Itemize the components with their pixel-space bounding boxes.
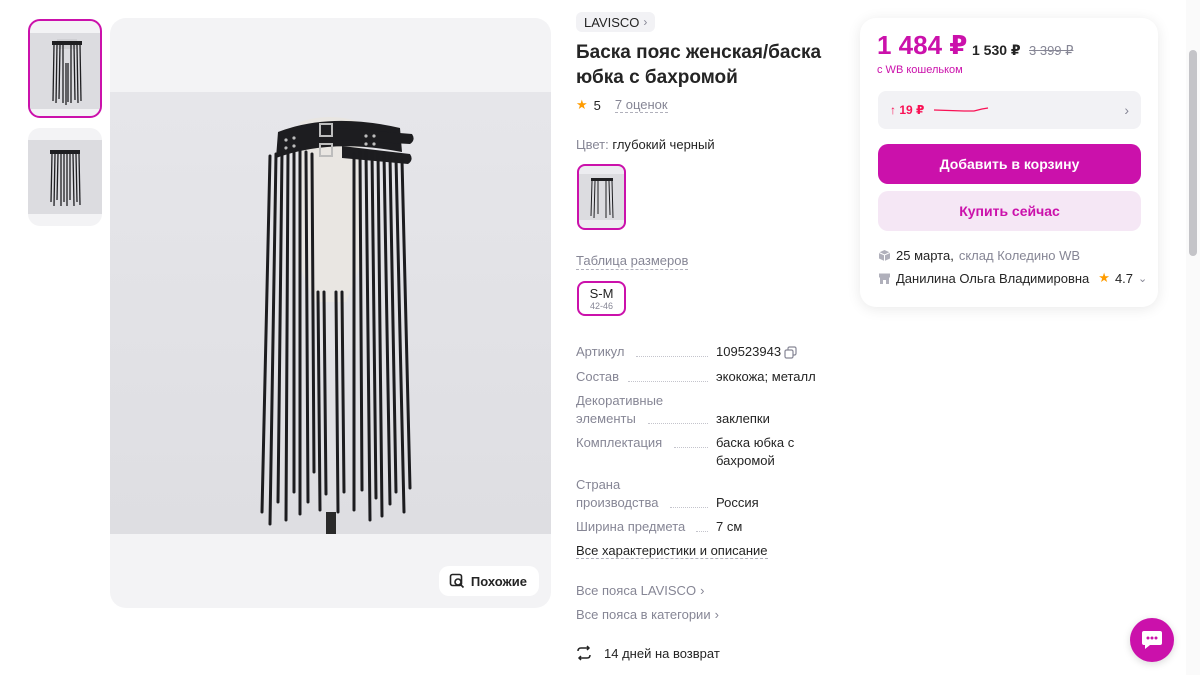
spec-key: Ширина предмета xyxy=(576,519,686,534)
color-swatch[interactable] xyxy=(577,164,626,230)
spec-row: Декоративные элементы заклепки xyxy=(576,392,826,428)
seller-name: Данилина Ольга Владимировна xyxy=(896,270,1090,286)
wallet-note[interactable]: с WB кошельком xyxy=(877,64,963,76)
spec-dots xyxy=(696,531,708,532)
thumbnail-1[interactable] xyxy=(28,19,102,118)
returns-label: 14 дней на возврат xyxy=(604,645,720,661)
color-label-prefix: Цвет: xyxy=(576,137,609,152)
spec-key: Комплектация xyxy=(576,435,663,450)
price-delta: ↑ 19 ₽ xyxy=(890,103,925,117)
scrollbar-thumb[interactable] xyxy=(1189,50,1197,256)
shop-icon xyxy=(879,273,890,284)
similar-label: Похожие xyxy=(470,573,527,589)
star-icon: ★ xyxy=(576,97,588,112)
old-price: 3 399 ₽ xyxy=(1029,43,1074,58)
category-belts-label: Все пояса в категории xyxy=(576,607,711,622)
spec-key: Страна производства xyxy=(576,477,659,510)
spec-row: Комплектация баска юбка с бахромой xyxy=(576,434,826,470)
product-photo xyxy=(110,92,551,534)
chevron-right-icon: › xyxy=(1124,102,1129,118)
price-trend-icon xyxy=(934,107,989,112)
add-to-cart-button[interactable]: Добавить в корзину xyxy=(878,144,1141,184)
spec-value: 7 см xyxy=(716,519,743,534)
scrollbar[interactable] xyxy=(1186,0,1200,675)
chevron-right-icon: › xyxy=(700,583,705,598)
box-icon xyxy=(878,250,891,261)
returns-info: 14 дней на возврат xyxy=(576,645,720,661)
all-specs-link[interactable]: Все характеристики и описание xyxy=(576,543,768,559)
return-arrows-icon xyxy=(577,645,591,661)
brand-name: LAVISCO xyxy=(584,14,640,30)
rating-value: 5 xyxy=(593,97,601,113)
size-table-link[interactable]: Таблица размеров xyxy=(576,253,689,270)
article-number: 109523943 xyxy=(716,344,782,359)
chat-button[interactable] xyxy=(1130,618,1174,662)
buy-card: 1 484 ₽ 1 530 ₽ 3 399 ₽ с WB кошельком ↑… xyxy=(860,18,1158,307)
category-belts-link[interactable]: Все пояса в категории › xyxy=(576,607,719,622)
thumbnail-image xyxy=(28,140,102,214)
thumbnail-image xyxy=(30,33,100,109)
brand-link[interactable]: LAVISCO › xyxy=(576,12,656,32)
brand-belts-label: Все пояса LAVISCO xyxy=(576,583,697,598)
brand-belts-link[interactable]: Все пояса LAVISCO › xyxy=(576,583,704,598)
spec-row: Артикул 109523943 xyxy=(576,343,826,361)
color-label: Цвет: глубокий черный xyxy=(576,137,715,152)
spec-row: Страна производства Россия xyxy=(576,476,826,512)
chevron-right-icon: › xyxy=(643,15,648,29)
spec-value: Россия xyxy=(716,495,759,510)
product-rating: ★ 5 7 оценок xyxy=(576,97,668,113)
seller-info[interactable]: Данилина Ольга Владимировна ★ 4.7 ⌄ xyxy=(878,270,1147,286)
color-value: глубокий черный xyxy=(612,137,715,152)
spec-value: заклепки xyxy=(716,411,770,426)
chat-icon xyxy=(1142,631,1162,649)
similar-button[interactable]: Похожие xyxy=(438,566,539,596)
spec-dots xyxy=(628,381,708,382)
spec-row: Состав экокожа; металл xyxy=(576,368,826,386)
reviews-link[interactable]: 7 оценок xyxy=(614,97,668,113)
delivery-date: 25 марта, xyxy=(896,248,954,263)
warehouse: склад Коледино WB xyxy=(958,248,1081,263)
chevron-right-icon: › xyxy=(714,607,719,622)
spec-key: Артикул xyxy=(576,344,625,359)
star-icon: ★ xyxy=(1098,270,1110,285)
similar-search-icon xyxy=(449,573,464,589)
size-option[interactable]: S-M 42-46 xyxy=(577,281,626,316)
copy-icon[interactable] xyxy=(784,346,797,359)
spec-key: Состав xyxy=(576,369,620,384)
spec-row: Ширина предмета 7 см xyxy=(576,518,826,536)
price-history-button[interactable]: ↑ 19 ₽ › xyxy=(878,91,1141,129)
spec-dots xyxy=(648,423,708,424)
size-range: 42-46 xyxy=(589,301,614,311)
regular-price: 1 530 ₽ xyxy=(972,42,1021,58)
main-product-image[interactable]: Похожие xyxy=(110,18,551,608)
spec-value: экокожа; металл xyxy=(716,369,816,384)
thumbnail-2[interactable] xyxy=(28,128,102,226)
size-name: S-M xyxy=(589,286,614,301)
delivery-info: 25 марта, склад Коледино WB xyxy=(878,248,1080,263)
spec-dots xyxy=(636,356,708,357)
buy-now-button[interactable]: Купить сейчас xyxy=(878,191,1141,231)
spec-dots xyxy=(674,447,708,448)
spec-value: 109523943 xyxy=(716,343,826,361)
spec-dots xyxy=(670,507,708,508)
wallet-price: 1 484 ₽ xyxy=(877,30,968,60)
spec-value: баска юбка с бахромой xyxy=(716,435,795,468)
product-title: Баска пояс женская/баска юбка с бахромой xyxy=(576,42,822,88)
seller-rating: 4.7 xyxy=(1114,270,1134,286)
chevron-down-icon: ⌄ xyxy=(1138,272,1148,285)
